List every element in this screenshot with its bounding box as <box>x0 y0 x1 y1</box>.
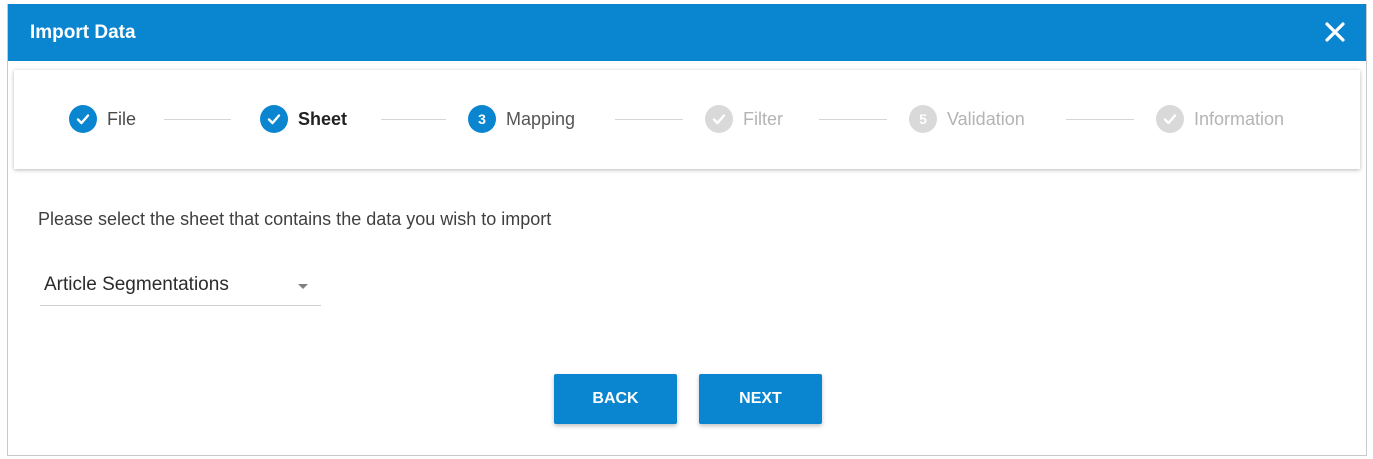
sheet-select-value: Article Segmentations <box>44 274 229 295</box>
import-data-dialog: Import Data File Sheet 3 Mapping Filter … <box>7 4 1367 456</box>
step-connector <box>1066 119 1134 120</box>
instruction-text: Please select the sheet that contains th… <box>38 209 552 229</box>
close-icon[interactable] <box>1322 19 1348 45</box>
step-connector <box>381 119 446 120</box>
back-button[interactable]: BACK <box>554 374 677 424</box>
step-connector <box>164 119 231 120</box>
step-mapping[interactable]: 3 Mapping <box>468 105 575 133</box>
dialog-header: Import Data <box>8 4 1366 61</box>
check-icon <box>705 105 733 133</box>
next-button[interactable]: NEXT <box>699 374 822 424</box>
step-information: Information <box>1156 105 1284 133</box>
step-label: Validation <box>947 108 1025 129</box>
step-filter: Filter <box>705 105 783 133</box>
step-connector <box>819 119 887 120</box>
check-icon <box>69 105 97 133</box>
step-label: Mapping <box>506 108 576 129</box>
step-validation: 5 Validation <box>909 105 1025 133</box>
sheet-select[interactable]: Article Segmentations <box>40 270 321 306</box>
step-number-badge: 3 <box>468 105 496 133</box>
check-icon <box>260 105 288 133</box>
step-sheet[interactable]: Sheet <box>260 105 347 133</box>
step-label: File <box>107 108 137 129</box>
step-number-badge: 5 <box>909 105 937 133</box>
step-label: Information <box>1194 108 1285 129</box>
check-icon <box>1156 105 1184 133</box>
step-label: Filter <box>743 108 783 129</box>
dialog-title: Import Data <box>30 22 136 43</box>
dropdown-arrow-icon <box>298 284 308 289</box>
step-label: Sheet <box>298 108 348 129</box>
step-connector <box>615 119 683 120</box>
step-file[interactable]: File <box>69 105 136 133</box>
import-stepper: File Sheet 3 Mapping Filter 5 Validation… <box>14 70 1360 169</box>
